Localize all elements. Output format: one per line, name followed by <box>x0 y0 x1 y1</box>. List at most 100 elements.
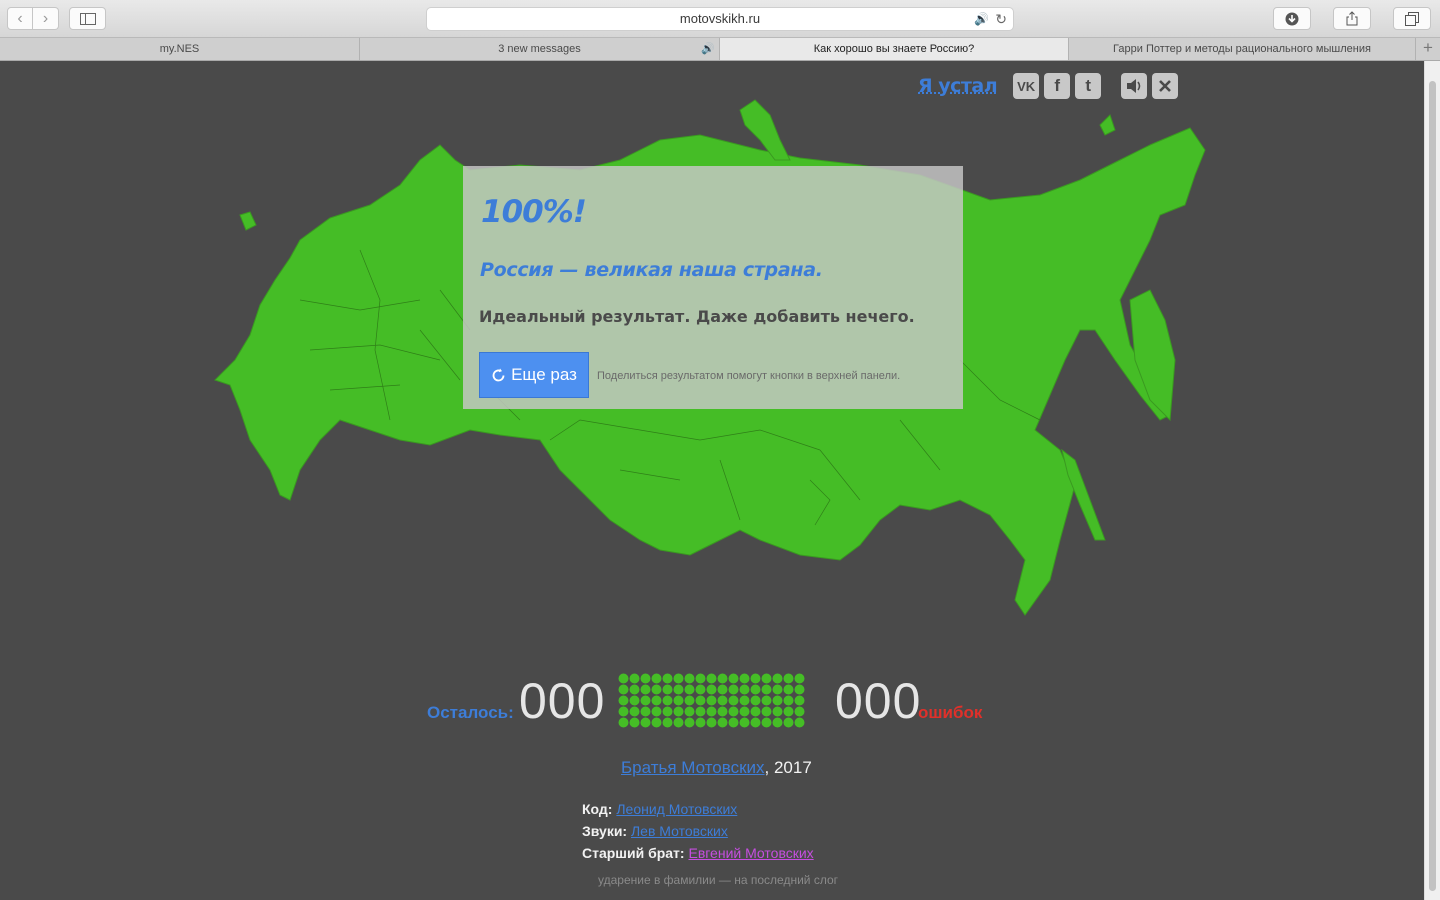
back-button[interactable]: ‹ <box>7 7 33 30</box>
progress-dot <box>717 695 728 706</box>
team-list: Код: Леонид Мотовских Звуки: Лев Мотовск… <box>582 798 814 864</box>
progress-dot <box>662 695 673 706</box>
plus-icon: + <box>1423 38 1433 57</box>
result-dialog: 100%! Россия — великая наша страна. Идеа… <box>463 166 963 409</box>
progress-dot <box>794 695 805 706</box>
progress-dot <box>772 706 783 717</box>
map-kamchatka[interactable] <box>1129 289 1176 422</box>
address-bar[interactable]: motovskikh.ru 🔊 ↻ <box>426 7 1014 31</box>
slogan-text: Россия — великая наша страна. <box>480 259 823 281</box>
progress-dot <box>761 673 772 684</box>
progress-dot <box>783 717 794 728</box>
sounds-author-link[interactable]: Лев Мотовских <box>631 823 728 839</box>
progress-dot <box>739 695 750 706</box>
url-text: motovskikh.ru <box>679 11 761 26</box>
progress-dot <box>673 684 684 695</box>
errors-label: ошибок <box>918 703 983 722</box>
progress-dot <box>706 717 717 728</box>
progress-dot <box>728 695 739 706</box>
tabs-overview-button[interactable] <box>1393 7 1431 30</box>
new-tab-button[interactable]: + <box>1416 38 1440 60</box>
progress-dot <box>772 695 783 706</box>
progress-dot <box>640 673 651 684</box>
progress-dot <box>783 684 794 695</box>
speaker-icon[interactable]: 🔊 <box>701 38 715 60</box>
close-icon[interactable] <box>1152 73 1179 99</box>
refresh-icon <box>492 368 505 381</box>
audio-playing-icon[interactable]: 🔊 <box>974 8 989 30</box>
progress-dot <box>750 673 761 684</box>
progress-dot <box>695 717 706 728</box>
progress-dot <box>794 717 805 728</box>
progress-dot <box>684 706 695 717</box>
map-kaliningrad[interactable] <box>239 211 257 231</box>
speaker-icon[interactable] <box>1121 73 1148 99</box>
forward-button[interactable]: › <box>33 7 59 30</box>
progress-dot <box>640 695 651 706</box>
progress-dot <box>706 706 717 717</box>
remaining-label: Осталось: <box>427 703 514 722</box>
tabs-icon <box>1405 11 1419 26</box>
tab-harry-potter[interactable]: Гарри Поттер и методы рационального мышл… <box>1069 38 1416 60</box>
sidebar-toggle-button[interactable] <box>69 7 106 30</box>
progress-dot <box>739 717 750 728</box>
toolbar-right-buttons <box>1251 7 1431 30</box>
progress-dot <box>662 684 673 695</box>
progress-dot <box>772 717 783 728</box>
downloads-button[interactable] <box>1273 7 1311 30</box>
code-label: Код: <box>582 801 613 817</box>
progress-dot <box>618 673 629 684</box>
share-icon <box>1346 11 1358 26</box>
tab-messages[interactable]: 3 new messages 🔊 <box>360 38 720 60</box>
page-scrollbar[interactable] <box>1424 61 1440 900</box>
progress-dot <box>629 673 640 684</box>
brothers-link[interactable]: Братья Мотовских <box>621 758 765 777</box>
facebook-label: f <box>1054 76 1060 95</box>
reload-icon[interactable]: ↻ <box>995 8 1007 30</box>
progress-dot <box>684 684 695 695</box>
progress-dot <box>684 695 695 706</box>
twitter-icon[interactable]: t <box>1075 73 1102 99</box>
progress-dot <box>706 684 717 695</box>
progress-dot <box>706 695 717 706</box>
progress-dot <box>750 684 761 695</box>
tab-bar: my.NES 3 new messages 🔊 Как хорошо вы зна… <box>0 38 1440 61</box>
progress-dot <box>783 673 794 684</box>
progress-dot <box>651 673 662 684</box>
share-button[interactable] <box>1333 7 1371 30</box>
progress-dot <box>629 717 640 728</box>
progress-dot <box>640 717 651 728</box>
progress-dot <box>629 684 640 695</box>
tab-title: 3 new messages <box>498 43 581 55</box>
progress-dot <box>684 673 695 684</box>
progress-dot <box>761 684 772 695</box>
elder-brother-link[interactable]: Евгений Мотовских <box>688 845 813 861</box>
progress-dot <box>695 684 706 695</box>
tired-link[interactable]: Я устал <box>918 75 998 97</box>
progress-dot <box>728 673 739 684</box>
tab-my-nes[interactable]: my.NES <box>0 38 360 60</box>
scroll-thumb[interactable] <box>1429 81 1436 891</box>
progress-dot <box>728 717 739 728</box>
map-new-siberian-islands[interactable] <box>1099 114 1116 136</box>
vk-label: VK <box>1017 78 1036 94</box>
progress-dot <box>673 706 684 717</box>
progress-dot <box>772 684 783 695</box>
progress-dot <box>717 673 728 684</box>
sounds-label: Звуки: <box>582 823 628 839</box>
progress-dot <box>651 695 662 706</box>
vk-icon[interactable]: VK <box>1013 73 1040 99</box>
progress-dot <box>761 706 772 717</box>
facebook-icon[interactable]: f <box>1044 73 1071 99</box>
progress-dot <box>761 695 772 706</box>
progress-dot <box>651 706 662 717</box>
tab-quiz[interactable]: Как хорошо вы знаете Россию? <box>720 38 1069 60</box>
retry-button[interactable]: Еще раз <box>479 352 589 398</box>
progress-dot <box>739 706 750 717</box>
progress-dot <box>783 695 794 706</box>
progress-dot <box>695 706 706 717</box>
remaining-count: 000 <box>519 673 606 729</box>
progress-dot <box>673 695 684 706</box>
code-author-link[interactable]: Леонид Мотовских <box>616 801 737 817</box>
errors-count: 000 <box>835 673 922 729</box>
